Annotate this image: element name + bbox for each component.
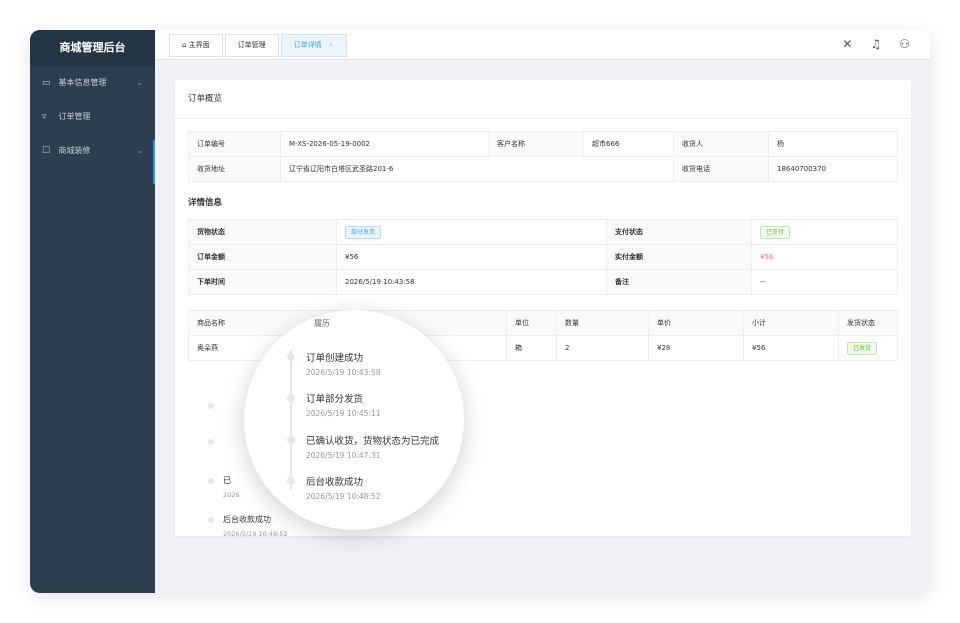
timeline-dot <box>287 477 295 485</box>
timeline-dot <box>208 478 214 484</box>
customer-label: 客户名称 <box>488 131 584 157</box>
overview-table: 订单编号 M-XS-2026-05-19-0002 客户名称 超市666 收货人… <box>188 131 898 182</box>
timeline-magnifier: 履历 订单创建成功 2026/5/19 10:43:58 订单部分发货 2026… <box>244 310 464 530</box>
receiver: 杨 <box>768 131 898 157</box>
tab-bar: ⌂ 主界面 订单管理 订单详情 × <box>169 34 349 57</box>
details-table: 货物状态 部分发货 支付状态 已支付 订单金额 ¥56 实付金额 ¥56 下单时… <box>188 219 898 295</box>
timeline-line <box>290 350 292 490</box>
sidebar-item-decoration[interactable]: ☐ 商城装修 ⌄ <box>30 134 155 184</box>
amount-label: 订单金额 <box>188 244 337 270</box>
address-label: 收货地址 <box>188 156 281 182</box>
goods-unit: 箱 <box>506 335 557 361</box>
timeline-time: 2026 <box>223 491 240 499</box>
tab-label: 订单详情 <box>293 41 322 49</box>
table-row: 订单编号 M-XS-2026-05-19-0002 客户名称 超市666 收货人… <box>188 131 898 157</box>
goods-status-label: 货物状态 <box>188 219 337 245</box>
timeline-time: 2026/5/19 10:47:31 <box>306 451 381 460</box>
app-brand: 商城管理后台 <box>30 30 155 66</box>
order-no-label: 订单编号 <box>188 131 281 157</box>
customer: 超市666 <box>583 131 674 157</box>
timeline-title: 后台收款成功 <box>223 515 271 524</box>
goods-status-cell: 部分发货 <box>336 219 607 245</box>
sidebar-item-orders[interactable]: ▿ 订单管理 <box>30 100 155 134</box>
phone-label: 收货电话 <box>673 156 769 182</box>
timeline-dot <box>287 436 295 444</box>
app-window: 商城管理后台 ▭ 基本信息管理 ⌄ ▿ 订单管理 ☐ 商城装修 ⌄ ⌂ 主界面 … <box>30 30 930 593</box>
col-header: 数量 <box>556 310 649 336</box>
table-row: 下单时间 2026/5/19 10:43:58 备注 -- <box>188 269 898 295</box>
timeline-dot <box>208 403 214 409</box>
timeline-time: 2026/5/19 10:43:58 <box>306 368 381 377</box>
paid-amount: ¥56 <box>751 244 898 270</box>
timeline-time: 2026/5/19 10:48:52 <box>306 492 381 501</box>
timeline-dot <box>208 439 214 445</box>
sidebar-item-label: 商城装修 <box>58 146 91 155</box>
user-icon[interactable]: ⚇ <box>899 37 910 51</box>
timeline-dot <box>287 353 295 361</box>
folder-icon: ▭ <box>42 78 51 88</box>
col-header: 小计 <box>743 310 839 336</box>
remark: -- <box>751 269 898 295</box>
goods-subtotal: ¥56 <box>743 335 839 361</box>
table-row: 订单金额 ¥56 实付金额 ¥56 <box>188 244 898 270</box>
timeline-title: 订单部分发货 <box>306 394 364 405</box>
chevron-down-icon: ⌄ <box>136 146 143 155</box>
paid-label: 实付金额 <box>606 244 752 270</box>
timeline-time: 2026/5/19 10:45:11 <box>306 409 381 418</box>
timeline-title: 后台收款成功 <box>306 477 364 488</box>
tab-close-icon[interactable]: × <box>328 41 334 49</box>
table-row: 收货地址 辽宁省辽阳市白塔区武圣路201-6 收货电话 18640700370 <box>188 156 898 182</box>
goods-qty: 2 <box>556 335 649 361</box>
timeline-title: 已确认收货，货物状态为已完成 <box>306 436 440 447</box>
tab-order-detail[interactable]: 订单详情 × <box>280 34 347 57</box>
order-time: 2026/5/19 10:43:58 <box>336 269 607 295</box>
overview-title: 订单概览 <box>175 80 911 119</box>
pay-status-badge: 已支付 <box>760 225 791 239</box>
top-icons: ✕ ♫ ⚇ <box>842 37 910 51</box>
address: 辽宁省辽阳市白塔区武圣路201-6 <box>280 156 674 182</box>
home-icon: ⌂ <box>182 41 187 49</box>
pay-status-cell: 已支付 <box>751 219 898 245</box>
tab-orders[interactable]: 订单管理 <box>224 34 279 57</box>
order-no: M-XS-2026-05-19-0002 <box>280 131 489 157</box>
col-header: 单价 <box>648 310 744 336</box>
timeline-dot <box>208 517 214 523</box>
remark-label: 备注 <box>606 269 752 295</box>
sidebar-item-label: 订单管理 <box>58 112 91 121</box>
sidebar-item-label: 基本信息管理 <box>58 78 107 87</box>
timeline-title: 已 <box>223 476 231 485</box>
tab-label: 主界面 <box>188 41 210 49</box>
details-title: 详情信息 <box>188 198 223 208</box>
timeline-header-partial: 履历 <box>314 319 330 328</box>
timeline-title: 订单创建成功 <box>306 353 364 364</box>
tab-label: 订单管理 <box>237 41 266 49</box>
cart-icon: ▿ <box>42 112 47 122</box>
receiver-label: 收货人 <box>673 131 769 157</box>
pay-status-label: 支付状态 <box>606 219 752 245</box>
goods-status-badge: 部分发货 <box>345 225 382 239</box>
sidebar: 商城管理后台 ▭ 基本信息管理 ⌄ ▿ 订单管理 ☐ 商城装修 ⌄ <box>30 30 155 593</box>
col-header: 发货状态 <box>838 310 898 336</box>
timeline-time: 2026/5/19 10:48:52 <box>223 530 288 538</box>
goods-price: ¥28 <box>648 335 744 361</box>
col-header: 单位 <box>506 310 557 336</box>
chevron-down-icon: ⌄ <box>136 78 143 87</box>
amount: ¥56 <box>336 244 607 270</box>
table-row: 货物状态 部分发货 支付状态 已支付 <box>188 219 898 245</box>
sidebar-item-basic-info[interactable]: ▭ 基本信息管理 ⌄ <box>30 66 155 100</box>
bell-icon[interactable]: ♫ <box>870 37 881 51</box>
timeline-dot <box>287 394 295 402</box>
close-icon[interactable]: ✕ <box>842 37 852 51</box>
phone: 18640700370 <box>768 156 898 182</box>
order-time-label: 下单时间 <box>188 269 337 295</box>
shipping-status-badge: 已发货 <box>847 341 878 355</box>
edit-icon: ☐ <box>42 146 51 156</box>
goods-status-cell: 已发货 <box>838 335 898 361</box>
top-bar: ⌂ 主界面 订单管理 订单详情 × ✕ ♫ ⚇ <box>155 30 930 60</box>
tab-home[interactable]: ⌂ 主界面 <box>169 34 223 57</box>
